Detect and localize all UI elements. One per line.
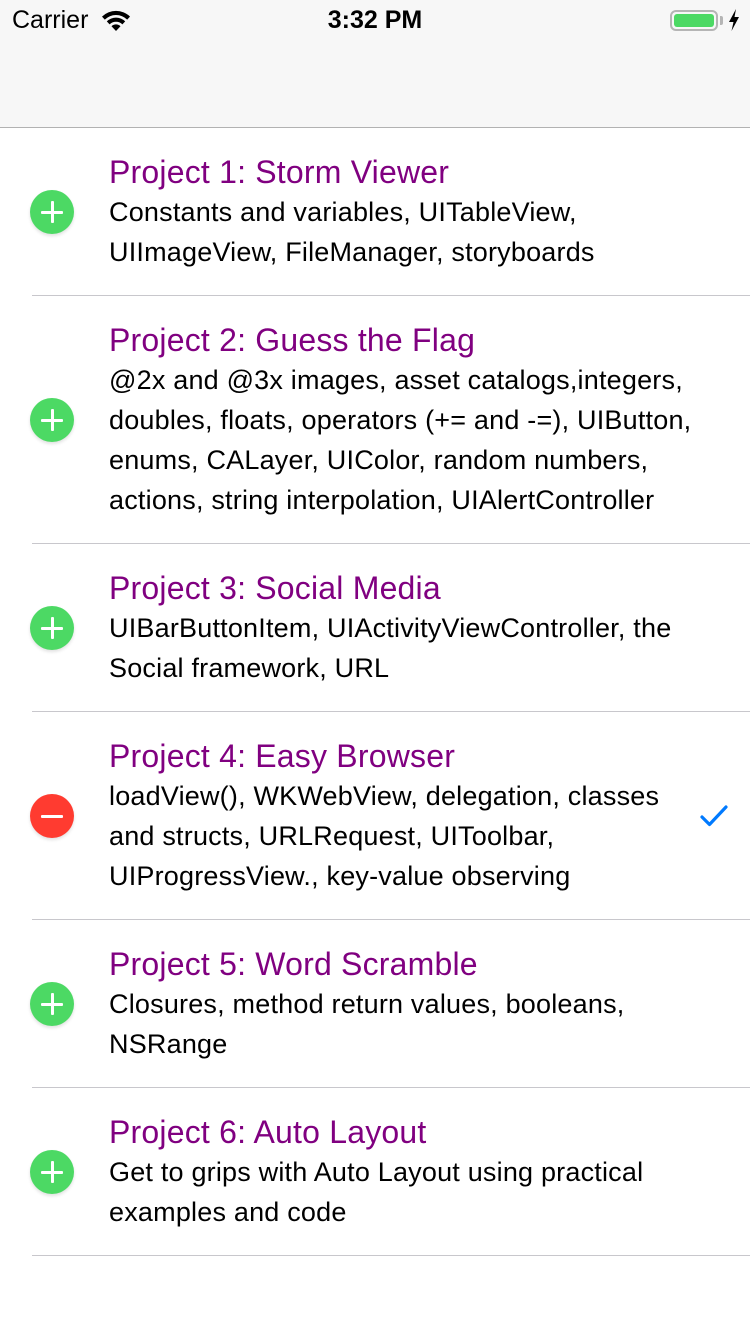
- table-row[interactable]: Project 2: Guess the Flag @2x and @3x ima…: [0, 296, 750, 544]
- table-row[interactable]: Project 1: Storm Viewer Constants and var…: [0, 128, 750, 296]
- status-time: 3:32 PM: [327, 6, 423, 34]
- insert-control-icon[interactable]: [30, 398, 74, 442]
- control-bar-vertical: [51, 617, 54, 639]
- cell-content: Project 6: Auto Layout Get to grips with …: [0, 1088, 750, 1256]
- battery-tip: [720, 16, 723, 25]
- battery-icon: [670, 10, 718, 31]
- project-table[interactable]: Project 1: Storm Viewer Constants and var…: [0, 128, 750, 1256]
- control-bar-horizontal: [41, 815, 63, 818]
- project-title: Project 1: Storm Viewer: [109, 154, 450, 190]
- project-title: Project 2: Guess the Flag: [109, 322, 476, 358]
- project-title: Project 3: Social Media: [109, 570, 441, 606]
- control-bar-vertical: [51, 409, 54, 431]
- control-bar-vertical: [51, 1161, 54, 1183]
- battery-fill: [674, 14, 714, 27]
- table-row[interactable]: Project 6: Auto Layout Get to grips with …: [0, 1088, 750, 1256]
- delete-control-icon[interactable]: [30, 794, 74, 838]
- cell-content: Project 3: Social Media UIBarButtonItem, …: [0, 544, 750, 712]
- status-bar: Carrier 3:32 PM: [0, 0, 750, 40]
- project-subtitle: @2x and @3x images, asset catalogs,integ…: [109, 365, 692, 515]
- navigation-bar: [0, 40, 750, 128]
- project-subtitle: UIBarButtonItem, UIActivityViewControlle…: [109, 613, 672, 683]
- project-subtitle: Constants and variables, UITableView, UI…: [109, 197, 595, 267]
- cell-content: Project 1: Storm Viewer Constants and var…: [0, 128, 750, 296]
- project-title: Project 5: Word Scramble: [109, 946, 478, 982]
- insert-control-icon[interactable]: [30, 1150, 74, 1194]
- table-row[interactable]: Project 5: Word Scramble Closures, method…: [0, 920, 750, 1088]
- checkmark-icon: [700, 804, 728, 833]
- insert-control-icon[interactable]: [30, 982, 74, 1026]
- project-title: Project 6: Auto Layout: [109, 1114, 427, 1150]
- table-row[interactable]: Project 4: Easy Browser loadView(), WKWeb…: [0, 712, 750, 920]
- control-bar-vertical: [51, 201, 54, 223]
- charging-bolt-icon: [728, 8, 740, 37]
- project-subtitle: Get to grips with Auto Layout using prac…: [109, 1157, 644, 1227]
- insert-control-icon[interactable]: [30, 190, 74, 234]
- control-bar-vertical: [51, 993, 54, 1015]
- cell-content: Project 5: Word Scramble Closures, method…: [0, 920, 750, 1088]
- cell-content: Project 2: Guess the Flag @2x and @3x ima…: [0, 296, 750, 544]
- table-row[interactable]: Project 3: Social Media UIBarButtonItem, …: [0, 544, 750, 712]
- project-subtitle: loadView(), WKWebView, delegation, class…: [109, 781, 660, 891]
- insert-control-icon[interactable]: [30, 606, 74, 650]
- project-subtitle: Closures, method return values, booleans…: [109, 989, 625, 1059]
- cell-content: Project 4: Easy Browser loadView(), WKWeb…: [0, 712, 750, 920]
- project-title: Project 4: Easy Browser: [109, 738, 456, 774]
